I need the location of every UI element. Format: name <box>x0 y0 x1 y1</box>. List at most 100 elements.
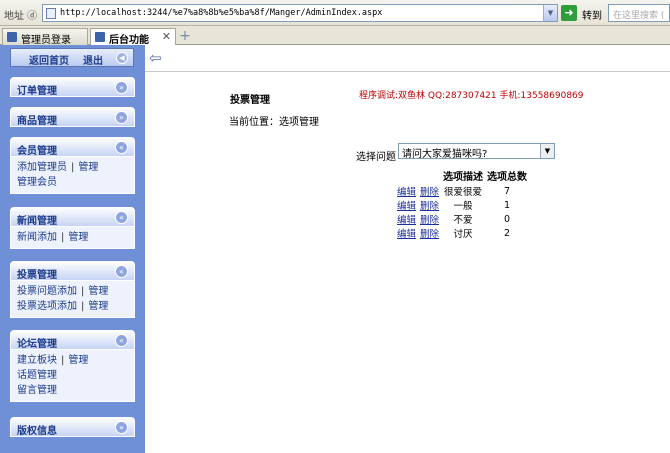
menu-group-members: 会员管理 « 添加管理员 | 管理 管理会员 <box>10 137 135 194</box>
contact-info: 程序调试:双鱼林 QQ:287307421 手机:13558690869 <box>359 91 584 101</box>
menu-header[interactable]: 投票管理 « <box>10 261 135 281</box>
menu-group-news: 新闻管理 « 新闻添加 | 管理 <box>10 207 135 249</box>
url-input[interactable]: http://localhost:3244/%e7%a8%8b%e5%ba%8f… <box>42 4 558 22</box>
table-header: 选项总数 <box>487 172 528 183</box>
top-nav: 返回首页 退出 ◀ <box>10 48 134 67</box>
url-text: http://localhost:3244/%e7%a8%8b%e5%ba%8f… <box>60 8 383 18</box>
chevron-up-icon[interactable]: « <box>115 211 128 224</box>
menu-title: 投票管理 <box>17 270 57 281</box>
table-header-row: 选项描述 选项总数 <box>395 167 529 184</box>
edit-link[interactable]: 编辑 <box>397 229 416 240</box>
menu-body: 添加管理员 | 管理 管理会员 <box>10 157 135 194</box>
separator: | <box>81 301 85 312</box>
chevron-up-icon[interactable]: « <box>115 141 128 154</box>
tab-bar: 管理员登录 后台功能 ✕ + <box>0 26 670 46</box>
menu-header[interactable]: 订单管理 » <box>10 77 135 97</box>
menu-header[interactable]: 版权信息 » <box>10 417 135 437</box>
menu-group-votes: 投票管理 « 投票问题添加 | 管理 投票选项添加 | 管理 <box>10 261 135 318</box>
search-placeholder: 在这里搜索 ( <box>613 11 665 21</box>
news-add-link[interactable]: 新闻添加 <box>17 232 57 243</box>
address-bar: 地址 ⓓ http://localhost:3244/%e7%a8%8b%e5%… <box>0 0 670 26</box>
message-manage-link[interactable]: 留言管理 <box>17 385 57 396</box>
board-manage-link[interactable]: 管理 <box>68 355 88 366</box>
logout-link[interactable]: 退出 <box>83 52 103 67</box>
admin-manage-link[interactable]: 管理 <box>78 162 98 173</box>
go-button[interactable]: ➜ 转到 <box>561 5 607 22</box>
table-row: 编辑 删除 讨厌 2 <box>395 226 529 241</box>
page-icon <box>46 8 56 19</box>
chevron-up-icon[interactable]: « <box>115 265 128 278</box>
table-header <box>418 167 441 184</box>
member-manage-link[interactable]: 管理会员 <box>17 177 57 188</box>
menu-title: 新闻管理 <box>17 216 57 227</box>
delete-link[interactable]: 删除 <box>420 229 439 240</box>
main-content: ⇦ 投票管理 程序调试:双鱼林 QQ:287307421 手机:13558690… <box>145 45 670 453</box>
menu-header[interactable]: 商品管理 » <box>10 107 135 127</box>
option-desc: 很爱很爱 <box>444 187 483 198</box>
go-arrow-icon: ➜ <box>561 5 577 21</box>
menu-group-products: 商品管理 » <box>10 107 135 127</box>
go-label: 转到 <box>582 11 602 22</box>
separator: | <box>61 355 65 366</box>
option-desc: 不爱 <box>453 215 473 226</box>
menu-header[interactable]: 论坛管理 « <box>10 330 135 350</box>
option-desc: 一般 <box>453 201 473 212</box>
delete-link[interactable]: 删除 <box>420 187 439 198</box>
tab-label: 管理员登录 <box>21 35 71 46</box>
menu-group-copyright: 版权信息 » <box>10 417 135 437</box>
option-count: 2 <box>504 227 511 239</box>
add-admin-link[interactable]: 添加管理员 <box>17 162 67 173</box>
chevron-down-icon[interactable]: » <box>115 421 128 434</box>
chevron-down-icon[interactable]: » <box>115 81 128 94</box>
vote-question-add-link[interactable]: 投票问题添加 <box>17 286 77 297</box>
edit-link[interactable]: 编辑 <box>397 187 416 198</box>
search-input[interactable]: 在这里搜索 ( <box>608 4 670 22</box>
option-count: 1 <box>504 199 511 211</box>
table-header <box>395 167 418 184</box>
menu-title: 版权信息 <box>17 426 57 437</box>
vote-option-manage-link[interactable]: 管理 <box>88 301 108 312</box>
vote-question-manage-link[interactable]: 管理 <box>88 286 108 297</box>
menu-body: 新闻添加 | 管理 <box>10 227 135 249</box>
table-row: 编辑 删除 不爱 0 <box>395 212 529 227</box>
menu-group-orders: 订单管理 » <box>10 77 135 97</box>
delete-link[interactable]: 删除 <box>420 215 439 226</box>
chevron-down-icon[interactable]: » <box>115 111 128 124</box>
home-link[interactable]: 返回首页 <box>29 52 69 67</box>
menu-header[interactable]: 会员管理 « <box>10 137 135 157</box>
tab-admin-login[interactable]: 管理员登录 <box>2 28 88 46</box>
tab-backend[interactable]: 后台功能 ✕ <box>90 28 176 46</box>
tab-label: 后台功能 <box>109 35 149 46</box>
board-add-link[interactable]: 建立板块 <box>17 355 57 366</box>
separator: | <box>71 162 75 173</box>
news-manage-link[interactable]: 管理 <box>68 232 88 243</box>
page-icon <box>7 32 17 42</box>
question-value: 请问大家爱猫咪吗? <box>402 149 488 160</box>
close-icon[interactable]: ✕ <box>162 30 171 43</box>
edit-link[interactable]: 编辑 <box>397 201 416 212</box>
menu-header[interactable]: 新闻管理 « <box>10 207 135 227</box>
address-label: 地址 ⓓ <box>4 11 38 22</box>
chevron-down-icon[interactable]: ▼ <box>540 144 554 158</box>
delete-link[interactable]: 删除 <box>420 201 439 212</box>
chevron-up-icon[interactable]: « <box>115 334 128 347</box>
topic-manage-link[interactable]: 话题管理 <box>17 370 57 381</box>
edit-link[interactable]: 编辑 <box>397 215 416 226</box>
breadcrumb: 当前位置：选项管理 <box>229 117 319 128</box>
vote-option-add-link[interactable]: 投票选项添加 <box>17 301 77 312</box>
separator: | <box>81 286 85 297</box>
table-header: 选项描述 <box>443 172 484 183</box>
back-arrow-icon[interactable]: ⇦ <box>149 51 165 66</box>
menu-body: 投票问题添加 | 管理 投票选项添加 | 管理 <box>10 281 135 318</box>
menu-body: 建立板块 | 管理 话题管理 留言管理 <box>10 350 135 402</box>
page-icon <box>95 32 105 42</box>
chevron-down-icon[interactable]: ▼ <box>543 5 557 21</box>
menu-title: 会员管理 <box>17 146 57 157</box>
page-title: 投票管理 <box>230 95 270 106</box>
option-desc: 讨厌 <box>453 229 473 240</box>
table-row: 编辑 删除 很爱很爱 7 <box>395 184 529 199</box>
logout-icon[interactable]: ◀ <box>116 52 128 64</box>
new-tab-icon[interactable]: + <box>178 29 192 43</box>
question-select[interactable]: 请问大家爱猫咪吗? ▼ <box>398 143 555 160</box>
menu-title: 论坛管理 <box>17 339 57 350</box>
